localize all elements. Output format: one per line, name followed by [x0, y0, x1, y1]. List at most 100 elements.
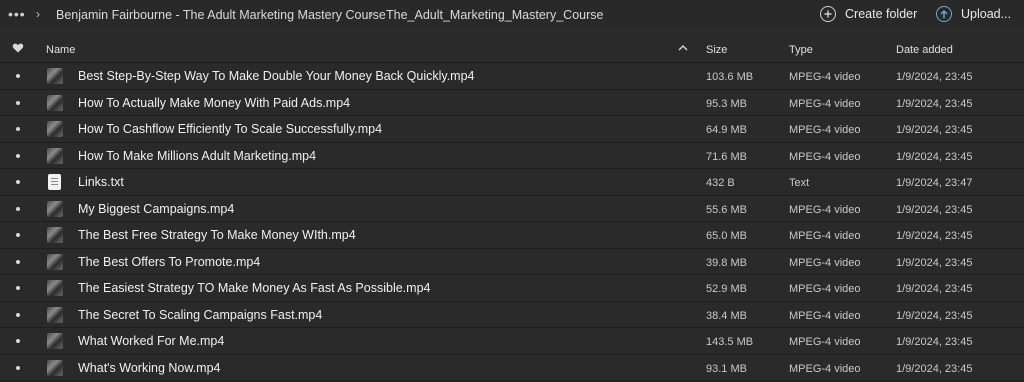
- file-type: MPEG-4 video: [789, 336, 861, 348]
- video-thumbnail-icon: [47, 121, 63, 137]
- file-name: How To Actually Make Money With Paid Ads…: [78, 95, 351, 110]
- favorite-dot-icon[interactable]: [16, 233, 20, 237]
- breadcrumb-item-course[interactable]: Benjamin Fairbourne - The Adult Marketin…: [56, 7, 386, 23]
- video-thumbnail-icon: [47, 68, 63, 84]
- upload-button[interactable]: Upload...: [936, 4, 1011, 24]
- file-size: 64.9 MB: [706, 124, 747, 136]
- file-type: MPEG-4 video: [789, 71, 861, 83]
- file-date: 1/9/2024, 23:45: [896, 97, 973, 110]
- video-thumbnail-icon: [47, 94, 63, 111]
- sort-ascending-icon[interactable]: [678, 44, 688, 52]
- file-type: MPEG-4 video: [789, 150, 861, 163]
- favorite-dot-icon[interactable]: [16, 153, 20, 158]
- file-size: 103.6 MB: [706, 71, 754, 83]
- heart-icon[interactable]: [12, 42, 24, 54]
- file-type: MPEG-4 video: [789, 230, 861, 242]
- file-date: 1/9/2024, 23:45: [896, 71, 973, 83]
- file-date: 1/9/2024, 23:45: [896, 309, 973, 322]
- plus-icon: [820, 6, 836, 22]
- file-name: The Secret To Scaling Campaigns Fast.mp4: [78, 307, 323, 322]
- video-thumbnail-icon: [47, 280, 63, 296]
- favorite-dot-icon[interactable]: [16, 339, 20, 343]
- video-thumbnail-icon: [47, 333, 63, 349]
- breadcrumb-bar: ••• › Benjamin Fairbourne - The Adult Ma…: [0, 0, 1024, 30]
- file-date: 1/9/2024, 23:45: [896, 336, 973, 348]
- file-size: 55.6 MB: [706, 203, 747, 216]
- file-date: 1/9/2024, 23:45: [896, 150, 973, 163]
- upload-label: Upload...: [961, 7, 1012, 21]
- favorite-dot-icon[interactable]: [16, 100, 20, 105]
- video-thumbnail-icon: [47, 359, 63, 376]
- file-size: 93.1 MB: [706, 362, 747, 375]
- file-row[interactable]: What Worked For Me.mp4 143.5 MB MPEG-4 v…: [0, 328, 1024, 355]
- file-date: 1/9/2024, 23:47: [896, 177, 973, 189]
- file-date: 1/9/2024, 23:45: [896, 230, 973, 242]
- favorite-dot-icon[interactable]: [16, 74, 20, 78]
- file-date: 1/9/2024, 23:45: [896, 256, 973, 269]
- breadcrumb-item-folder[interactable]: The_Adult_Marketing_Mastery_Course: [386, 7, 603, 23]
- file-type: MPEG-4 video: [789, 124, 861, 136]
- file-name: My Biggest Campaigns.mp4: [78, 201, 235, 216]
- file-row[interactable]: What's Working Now.mp4 93.1 MB MPEG-4 vi…: [0, 355, 1024, 381]
- favorite-dot-icon[interactable]: [16, 312, 20, 317]
- favorite-dot-icon[interactable]: [16, 365, 20, 370]
- file-type: MPEG-4 video: [789, 97, 861, 110]
- column-header-name[interactable]: Name: [46, 43, 75, 57]
- file-name: How To Cashflow Efficiently To Scale Suc…: [78, 122, 383, 136]
- file-date: 1/9/2024, 23:45: [896, 283, 973, 295]
- file-name: The Best Free Strategy To Make Money WIt…: [78, 228, 356, 242]
- document-icon: [48, 174, 61, 190]
- file-name: Best Step-By-Step Way To Make Double You…: [78, 69, 475, 83]
- favorite-dot-icon[interactable]: [16, 259, 20, 264]
- column-header-date[interactable]: Date added: [896, 43, 953, 57]
- file-row[interactable]: How To Cashflow Efficiently To Scale Suc…: [0, 116, 1024, 143]
- file-type: Text: [789, 177, 810, 189]
- file-size: 39.8 MB: [706, 256, 747, 269]
- file-type: MPEG-4 video: [789, 309, 861, 322]
- chevron-right-icon: ›: [369, 7, 373, 21]
- video-thumbnail-icon: [47, 253, 63, 270]
- file-name: The Best Offers To Promote.mp4: [78, 254, 261, 269]
- file-size: 143.5 MB: [706, 336, 754, 348]
- favorite-dot-icon[interactable]: [16, 286, 20, 290]
- file-type: MPEG-4 video: [789, 256, 861, 269]
- file-date: 1/9/2024, 23:45: [896, 203, 973, 216]
- file-row[interactable]: Best Step-By-Step Way To Make Double You…: [0, 63, 1024, 90]
- create-folder-label: Create folder: [845, 7, 918, 21]
- file-size: 71.6 MB: [706, 150, 747, 163]
- file-size: 432 B: [706, 177, 735, 189]
- file-date: 1/9/2024, 23:45: [896, 362, 973, 375]
- file-name: How To Make Millions Adult Marketing.mp4: [78, 148, 317, 163]
- favorite-dot-icon[interactable]: [16, 206, 20, 211]
- file-name: What's Working Now.mp4: [78, 360, 221, 375]
- favorite-dot-icon[interactable]: [16, 180, 20, 184]
- more-options-icon[interactable]: •••: [8, 7, 25, 21]
- file-name: The Easiest Strategy TO Make Money As Fa…: [78, 281, 431, 295]
- file-size: 38.4 MB: [706, 309, 747, 322]
- file-type: MPEG-4 video: [789, 203, 861, 216]
- file-size: 95.3 MB: [706, 97, 747, 110]
- create-folder-button[interactable]: Create folder: [820, 4, 917, 24]
- favorite-dot-icon[interactable]: [16, 127, 20, 131]
- file-row[interactable]: The Secret To Scaling Campaigns Fast.mp4…: [0, 302, 1024, 328]
- column-header-row: Name Size Type Date added: [0, 36, 1024, 63]
- video-thumbnail-icon: [47, 147, 63, 164]
- file-row[interactable]: How To Actually Make Money With Paid Ads…: [0, 90, 1024, 116]
- file-type: MPEG-4 video: [789, 283, 861, 295]
- upload-arrow-icon: [936, 6, 952, 22]
- file-row[interactable]: How To Make Millions Adult Marketing.mp4…: [0, 143, 1024, 169]
- column-header-type[interactable]: Type: [789, 43, 813, 57]
- column-header-size[interactable]: Size: [706, 43, 727, 57]
- file-row[interactable]: The Easiest Strategy TO Make Money As Fa…: [0, 275, 1024, 302]
- file-row[interactable]: My Biggest Campaigns.mp4 55.6 MB MPEG-4 …: [0, 196, 1024, 222]
- file-row[interactable]: The Best Offers To Promote.mp4 39.8 MB M…: [0, 249, 1024, 275]
- file-name: Links.txt: [78, 175, 124, 189]
- file-name: What Worked For Me.mp4: [78, 334, 225, 348]
- file-row[interactable]: Links.txt 432 B Text 1/9/2024, 23:47: [0, 169, 1024, 196]
- file-row[interactable]: The Best Free Strategy To Make Money WIt…: [0, 222, 1024, 249]
- file-list: Best Step-By-Step Way To Make Double You…: [0, 63, 1024, 381]
- video-thumbnail-icon: [47, 200, 63, 217]
- video-thumbnail-icon: [47, 306, 63, 323]
- chevron-right-icon: ›: [36, 7, 40, 21]
- file-size: 65.0 MB: [706, 230, 747, 242]
